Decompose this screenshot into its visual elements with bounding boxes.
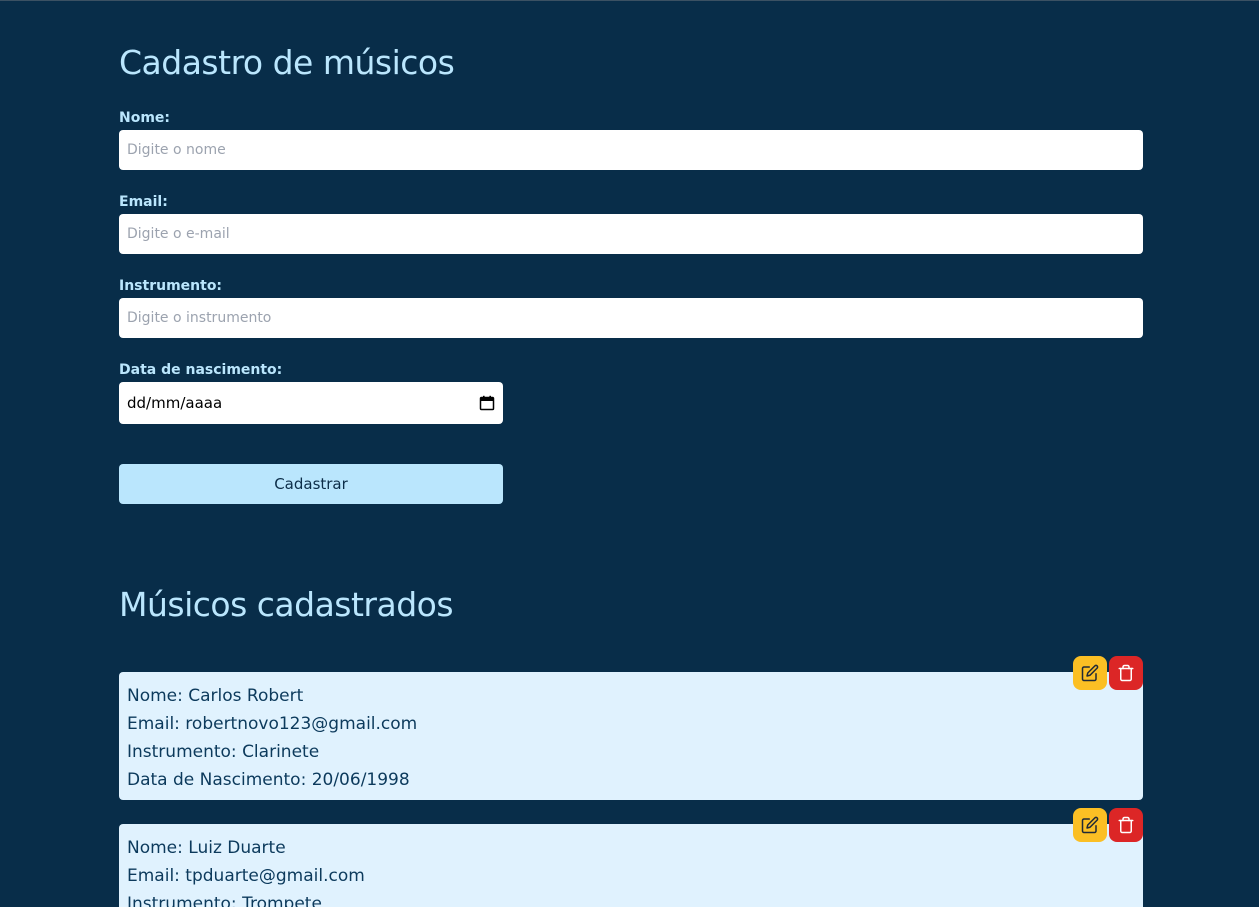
page: Cadastro de músicos Nome: Email: Instrum… bbox=[0, 0, 1259, 907]
instrument-input[interactable] bbox=[119, 298, 1143, 338]
musician-card: Nome: Carlos Robert Email: robertnovo123… bbox=[119, 656, 1143, 800]
card-actions bbox=[1073, 808, 1143, 842]
trash-icon bbox=[1118, 816, 1134, 834]
name-label: Nome: bbox=[119, 110, 171, 126]
name-input[interactable] bbox=[119, 130, 1143, 170]
delete-button[interactable] bbox=[1109, 656, 1143, 690]
instrument-label: Instrumento: bbox=[119, 278, 223, 294]
pencil-square-icon bbox=[1081, 664, 1099, 682]
musician-birth-date: Data de Nascimento: 20/06/1998 bbox=[127, 770, 410, 790]
edit-button[interactable] bbox=[1073, 656, 1107, 690]
pencil-square-icon bbox=[1081, 816, 1099, 834]
birth-date-input[interactable]: dd/mm/aaaa bbox=[119, 382, 503, 424]
card-actions bbox=[1073, 656, 1143, 690]
email-label: Email: bbox=[119, 194, 168, 210]
musician-name: Nome: Carlos Robert bbox=[127, 686, 304, 706]
calendar-icon[interactable] bbox=[479, 395, 495, 411]
musician-name: Nome: Luiz Duarte bbox=[127, 838, 286, 858]
form-title: Cadastro de músicos bbox=[119, 43, 455, 82]
email-input[interactable] bbox=[119, 214, 1143, 254]
musician-card: Nome: Luiz Duarte Email: tpduarte@gmail.… bbox=[119, 808, 1143, 907]
edit-button[interactable] bbox=[1073, 808, 1107, 842]
delete-button[interactable] bbox=[1109, 808, 1143, 842]
trash-icon bbox=[1118, 664, 1134, 682]
musician-email: Email: tpduarte@gmail.com bbox=[127, 866, 365, 886]
musician-instrument: Instrumento: Clarinete bbox=[127, 742, 320, 762]
birth-date-label: Data de nascimento: bbox=[119, 362, 283, 378]
register-button[interactable]: Cadastrar bbox=[119, 464, 503, 504]
list-title: Músicos cadastrados bbox=[119, 585, 454, 624]
musician-instrument: Instrumento: Trompete bbox=[127, 894, 322, 907]
birth-date-value: dd/mm/aaaa bbox=[127, 394, 223, 412]
musician-email: Email: robertnovo123@gmail.com bbox=[127, 714, 418, 734]
